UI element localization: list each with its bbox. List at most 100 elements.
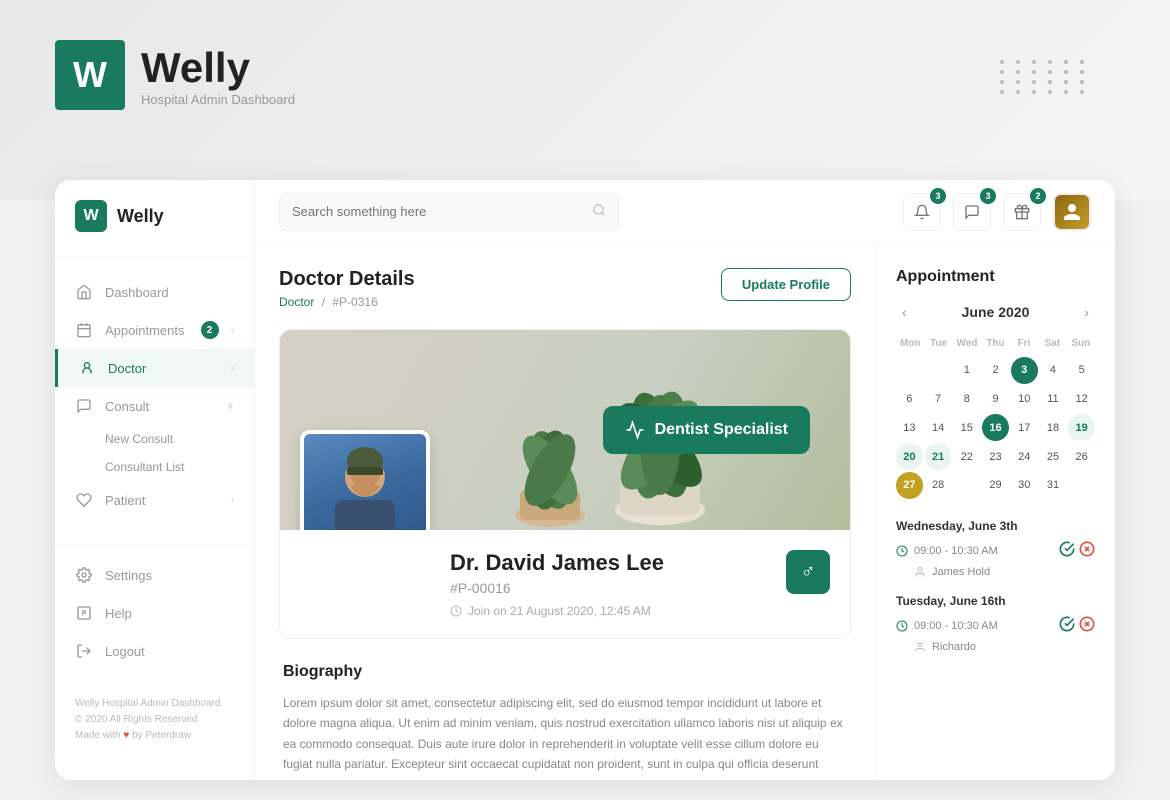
calendar-day[interactable]: 14 — [925, 414, 952, 441]
settings-icon — [75, 566, 93, 584]
biography-para1: Lorem ipsum dolor sit amet, consectetur … — [283, 693, 847, 780]
gender-symbol: ♂ — [801, 561, 816, 584]
calendar-day[interactable]: 1 — [953, 357, 980, 384]
calendar-day[interactable]: 15 — [953, 414, 980, 441]
calendar-day[interactable]: 23 — [982, 443, 1009, 470]
page-title-block: Doctor Details Doctor / #P-0316 — [279, 268, 415, 309]
calendar-day[interactable]: 10 — [1011, 386, 1038, 413]
appointment-entry: Tuesday, June 16th 09:00 - 10:30 AM Rich… — [896, 594, 1095, 653]
calendar-day — [953, 472, 980, 499]
sidebar-item-settings[interactable]: Settings — [55, 556, 254, 594]
doctor-join-info: Join on 21 August 2020, 12:45 AM — [450, 604, 830, 618]
reject-button[interactable] — [1079, 616, 1095, 637]
sidebar-nav: Dashboard Appointments 2 › Doctor › — [55, 257, 254, 545]
calendar-day[interactable]: 21 — [925, 443, 952, 470]
update-profile-button[interactable]: Update Profile — [721, 268, 851, 301]
calendar-day[interactable]: 30 — [1011, 472, 1038, 499]
calendar-day[interactable]: 11 — [1040, 386, 1067, 413]
calendar-day[interactable]: 2 — [982, 357, 1009, 384]
calendar-day[interactable]: 28 — [925, 472, 952, 499]
calendar-day[interactable]: 27 — [896, 472, 923, 499]
breadcrumb: Doctor / #P-0316 — [279, 295, 415, 309]
calendar-day — [896, 357, 923, 384]
appointment-time: 09:00 - 10:30 AM — [914, 620, 998, 632]
calendar-day[interactable]: 26 — [1068, 443, 1095, 470]
chat-button[interactable]: 3 — [953, 193, 991, 231]
calendar-day[interactable]: 5 — [1068, 357, 1095, 384]
search-input[interactable] — [292, 204, 584, 219]
calendar-day[interactable]: 31 — [1040, 472, 1067, 499]
calendar-next-button[interactable]: › — [1078, 302, 1095, 322]
page-main: Doctor Details Doctor / #P-0316 Update P… — [255, 244, 875, 780]
calendar-day[interactable]: 7 — [925, 386, 952, 413]
calendar-day[interactable]: 4 — [1040, 357, 1067, 384]
calendar-day[interactable]: 18 — [1040, 414, 1067, 441]
calendar-day[interactable]: 8 — [953, 386, 980, 413]
calendar-day[interactable]: 22 — [953, 443, 980, 470]
sidebar-item-new-consult[interactable]: New Consult — [105, 425, 254, 453]
appointment-slot: 09:00 - 10:30 AM — [896, 616, 1095, 637]
logout-icon — [75, 642, 93, 660]
page-header: Doctor Details Doctor / #P-0316 Update P… — [279, 268, 851, 309]
sidebar-logo-letter: W — [83, 207, 98, 225]
avatar-placeholder — [1055, 195, 1089, 229]
doctor-name: Dr. David James Lee — [450, 550, 830, 576]
bell-badge: 3 — [930, 188, 946, 204]
calendar-day[interactable]: 13 — [896, 414, 923, 441]
sidebar-item-help[interactable]: Help — [55, 594, 254, 632]
sidebar-item-consultant-list[interactable]: Consultant List — [105, 453, 254, 481]
page-body: Doctor Details Doctor / #P-0316 Update P… — [255, 244, 1115, 780]
chevron-icon: › — [231, 495, 234, 506]
appointment-time: 09:00 - 10:30 AM — [914, 545, 998, 557]
calendar-days: 1234567891011121314151617181920212223242… — [896, 357, 1095, 499]
calendar-day[interactable]: 29 — [982, 472, 1009, 499]
calendar-day[interactable]: 16 — [982, 414, 1009, 441]
calendar-day[interactable]: 19 — [1068, 414, 1095, 441]
breadcrumb-separator: / — [322, 295, 325, 309]
calendar-day[interactable]: 25 — [1040, 443, 1067, 470]
appointments-badge: 2 — [201, 321, 219, 339]
home-icon — [75, 283, 93, 301]
calendar-day[interactable]: 20 — [896, 443, 923, 470]
gift-badge: 2 — [1030, 188, 1046, 204]
biography-title: Biography — [283, 663, 847, 681]
bg-logo-letter: W — [73, 54, 107, 96]
calendar-day[interactable]: 9 — [982, 386, 1009, 413]
page-title: Doctor Details — [279, 268, 415, 291]
calendar-day[interactable]: 12 — [1068, 386, 1095, 413]
calendar-day[interactable]: 24 — [1011, 443, 1038, 470]
sidebar-item-logout[interactable]: Logout — [55, 632, 254, 670]
top-header: 3 3 2 — [255, 180, 1115, 244]
breadcrumb-link[interactable]: Doctor — [279, 295, 314, 309]
sidebar-item-dashboard[interactable]: Dashboard — [55, 273, 254, 311]
doctor-id: #P-00016 — [450, 580, 830, 596]
specialist-label: Dentist Specialist — [655, 421, 788, 439]
search-bar[interactable] — [279, 193, 619, 231]
calendar-prev-button[interactable]: ‹ — [896, 302, 913, 322]
biography-section: Biography Lorem ipsum dolor sit amet, co… — [279, 663, 851, 780]
gift-button[interactable]: 2 — [1003, 193, 1041, 231]
sidebar-bottom: Settings Help Logout — [55, 545, 254, 680]
sidebar-item-consult[interactable]: Consult ∨ — [55, 387, 254, 425]
calendar-day[interactable]: 17 — [1011, 414, 1038, 441]
appointment-patient: Richardo — [896, 641, 1095, 653]
sidebar-logo-box: W — [75, 200, 107, 232]
bell-button[interactable]: 3 — [903, 193, 941, 231]
user-avatar-button[interactable] — [1053, 193, 1091, 231]
sidebar-item-patient[interactable]: Patient › — [55, 481, 254, 519]
sidebar: W Welly Dashboard Appointments 2 › — [55, 180, 255, 780]
sidebar-item-appointments[interactable]: Appointments 2 › — [55, 311, 254, 349]
appointment-actions — [1059, 616, 1095, 637]
specialist-badge: Dentist Specialist — [603, 406, 810, 454]
accept-button[interactable] — [1059, 541, 1075, 562]
calendar-day[interactable]: 6 — [896, 386, 923, 413]
calendar-day — [925, 357, 952, 384]
sidebar-item-doctor[interactable]: Doctor › — [55, 349, 254, 387]
calendar-day[interactable]: 3 — [1011, 357, 1038, 384]
reject-button[interactable] — [1079, 541, 1095, 562]
sidebar-item-label: Appointments — [105, 323, 185, 338]
accept-button[interactable] — [1059, 616, 1075, 637]
sidebar-item-label: Dashboard — [105, 285, 169, 300]
footer-line1: Welly Hospital Admin Dashboard — [75, 696, 234, 712]
doctor-join-text: Join on 21 August 2020, 12:45 AM — [468, 604, 651, 618]
